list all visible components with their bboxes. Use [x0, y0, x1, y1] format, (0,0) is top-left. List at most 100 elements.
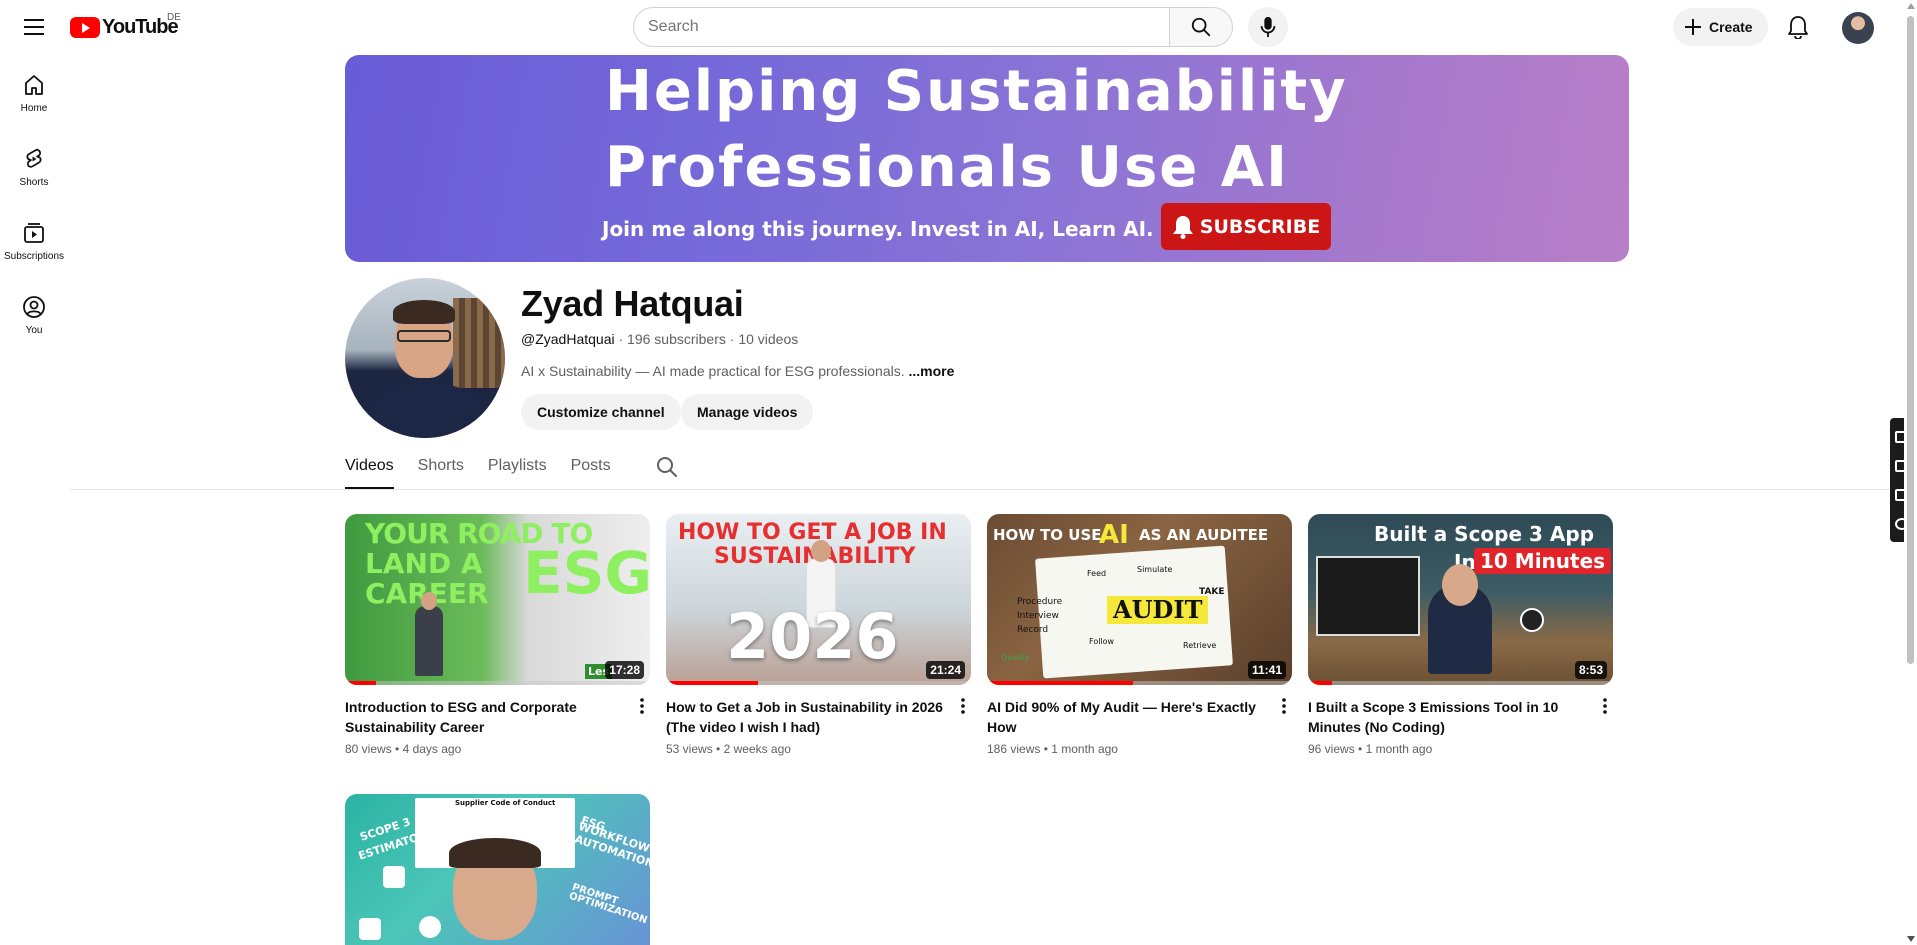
- mini-guide: Home Shorts Subscriptions You: [0, 56, 68, 352]
- channel-description[interactable]: AI x Sustainability — AI made practical …: [521, 363, 954, 379]
- guide-label-subscriptions: Subscriptions: [3, 250, 65, 262]
- search-input[interactable]: [633, 7, 1169, 47]
- plus-icon: [1685, 19, 1701, 35]
- more-link[interactable]: ...more: [909, 363, 955, 379]
- more-actions-button[interactable]: [1595, 694, 1615, 718]
- video-meta: 80 views • 4 days ago: [345, 742, 462, 756]
- search-icon: [1191, 17, 1211, 37]
- app-icon: [359, 918, 381, 940]
- video-title[interactable]: AI Did 90% of My Audit — Here's Exactly …: [987, 697, 1287, 737]
- guide-item-subscriptions[interactable]: Subscriptions: [0, 204, 68, 278]
- video-title[interactable]: I Built a Scope 3 Emissions Tool in 10 M…: [1308, 697, 1588, 737]
- menu-icon[interactable]: [18, 14, 50, 40]
- subscriber-count: 196 subscribers: [627, 331, 726, 347]
- kebab-icon: [1282, 698, 1286, 714]
- upload-age: 4 days ago: [402, 742, 462, 756]
- create-button[interactable]: Create: [1673, 8, 1768, 46]
- video-thumbnail[interactable]: Supplier Code of Conduct SCOPE 3 ESTIMAT…: [345, 794, 650, 945]
- tab-posts[interactable]: Posts: [571, 449, 611, 489]
- kebab-icon: [1603, 698, 1607, 714]
- home-icon: [25, 74, 43, 95]
- guide-item-home[interactable]: Home: [0, 56, 68, 130]
- tab-shorts[interactable]: Shorts: [418, 449, 464, 489]
- guide-item-shorts[interactable]: Shorts: [0, 130, 68, 204]
- banner-subscribe-graphic: SUBSCRIBE: [1161, 203, 1331, 250]
- video-duration: 8:53: [1574, 661, 1607, 679]
- video-thumbnail[interactable]: HOW TO GET A JOB IN SUSTAINABILITY 2026 …: [666, 514, 971, 685]
- video-title[interactable]: Introduction to ESG and Corporate Sustai…: [345, 697, 625, 737]
- scroll-up-arrow-icon[interactable]: [1907, 3, 1915, 9]
- scroll-thumb[interactable]: [1907, 16, 1914, 664]
- channel-name: Zyad Hatquai: [521, 283, 744, 324]
- thumb-text: 2026: [726, 600, 899, 673]
- account-avatar[interactable]: [1842, 12, 1874, 44]
- channel-tabs: Videos Shorts Playlists Posts: [345, 449, 635, 489]
- thumb-text: Retrieve: [1183, 641, 1217, 650]
- upload-age: 1 month ago: [1051, 742, 1118, 756]
- watch-progress: [666, 681, 758, 685]
- customize-channel-button[interactable]: Customize channel: [521, 394, 681, 430]
- more-actions-button[interactable]: [632, 694, 652, 718]
- thumb-text: Built a Scope 3 App: [1374, 522, 1595, 546]
- watch-progress: [1308, 681, 1333, 685]
- channel-handle: @ZyadHatquai: [521, 331, 615, 347]
- masthead: YouTube DE Create: [0, 0, 1900, 54]
- upload-age: 1 month ago: [1365, 742, 1433, 756]
- channel-search-button[interactable]: [655, 455, 679, 479]
- description-text: AI x Sustainability — AI made practical …: [521, 363, 905, 379]
- tab-playlists[interactable]: Playlists: [488, 449, 547, 489]
- thumb-text: TAKE: [1199, 587, 1225, 597]
- person-figure: [415, 606, 443, 676]
- search-box: [633, 7, 1233, 47]
- meta-separator: ·: [618, 331, 628, 347]
- thumb-text: Follow: [1089, 637, 1115, 646]
- channel-avatar[interactable]: [345, 278, 505, 438]
- youtube-play-icon: [70, 16, 100, 38]
- more-actions-button[interactable]: [1274, 694, 1294, 718]
- video-meta: 186 views • 1 month ago: [987, 742, 1118, 756]
- app-icon: [419, 916, 441, 938]
- search-icon: [657, 457, 677, 477]
- upload-age: 2 weeks ago: [723, 742, 791, 756]
- notifications-button[interactable]: [1780, 12, 1816, 42]
- thumb-text: AI: [1099, 520, 1129, 550]
- page-scrollbar[interactable]: [1904, 0, 1917, 945]
- video-card[interactable]: Supplier Code of Conduct SCOPE 3 ESTIMAT…: [345, 794, 650, 945]
- banner-headline-1: Helping Sustainability: [605, 59, 1348, 124]
- country-code: DE: [167, 12, 181, 23]
- thumb-text: LAND A: [365, 547, 483, 580]
- video-title[interactable]: How to Get a Job in Sustainability in 20…: [666, 697, 946, 737]
- video-card[interactable]: Built a Scope 3 App In 10 Minutes 8:53 I…: [1308, 514, 1613, 756]
- search-button[interactable]: [1169, 7, 1233, 47]
- channel-banner: Helping Sustainability Professionals Use…: [345, 55, 1629, 262]
- thumb-text: AS AN AUDITEE: [1139, 526, 1269, 544]
- video-thumbnail[interactable]: Built a Scope 3 App In 10 Minutes 8:53: [1308, 514, 1613, 685]
- voice-search-button[interactable]: [1248, 7, 1288, 47]
- video-duration: 21:24: [926, 661, 965, 679]
- video-duration: 17:28: [605, 661, 644, 679]
- more-actions-button[interactable]: [953, 694, 973, 718]
- thumb-text: 10 Minutes: [1474, 548, 1612, 574]
- video-thumbnail[interactable]: HOW TO USE AI AS AN AUDITEE AUDIT Proced…: [987, 514, 1292, 685]
- youtube-logo[interactable]: YouTube: [70, 15, 179, 39]
- create-label: Create: [1709, 19, 1753, 35]
- thumb-text: Supplier Code of Conduct: [455, 799, 556, 807]
- banner-tagline: Join me along this journey. Invest in AI…: [602, 217, 1154, 241]
- guide-item-you[interactable]: You: [0, 278, 68, 352]
- tab-videos[interactable]: Videos: [345, 449, 394, 489]
- thumb-text: HOW TO GET A JOB IN: [678, 520, 947, 545]
- video-count: 10 videos: [738, 331, 799, 347]
- video-card[interactable]: HOW TO GET A JOB IN SUSTAINABILITY 2026 …: [666, 514, 971, 756]
- video-card[interactable]: YOUR ROAD TO LAND A CAREER ESG Les 17:28…: [345, 514, 650, 756]
- video-thumbnail[interactable]: YOUR ROAD TO LAND A CAREER ESG Les 17:28: [345, 514, 650, 685]
- thumb-text: Record: [1017, 625, 1049, 635]
- thumb-text: Interview: [1017, 611, 1059, 621]
- manage-videos-button[interactable]: Manage videos: [681, 394, 814, 430]
- video-meta: 96 views • 1 month ago: [1308, 742, 1433, 756]
- guide-label-you: You: [25, 324, 43, 336]
- app-screen-graphic: [1316, 556, 1420, 636]
- you-icon: [23, 295, 45, 318]
- kebab-icon: [961, 698, 965, 714]
- video-card[interactable]: HOW TO USE AI AS AN AUDITEE AUDIT Proced…: [987, 514, 1292, 756]
- scroll-down-arrow-icon[interactable]: [1907, 936, 1915, 942]
